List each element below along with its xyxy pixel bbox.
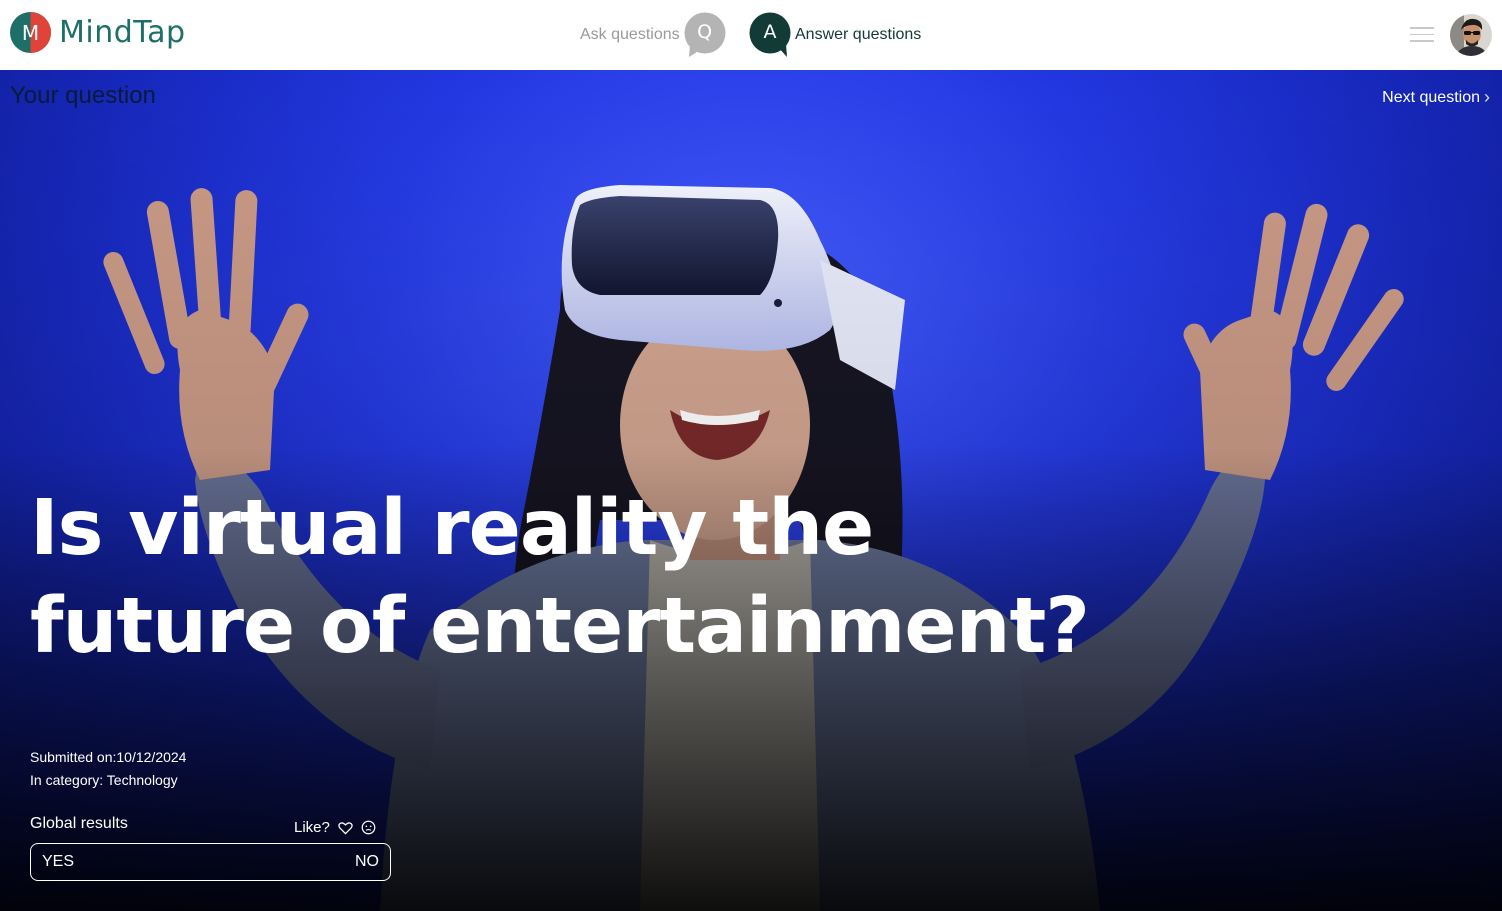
hamburger-line: [1410, 27, 1434, 29]
avatar-portrait: [1450, 14, 1492, 56]
svg-text:M: M: [22, 21, 39, 45]
category-value: Technology: [106, 772, 178, 788]
hamburger-line: [1410, 40, 1434, 42]
yes-option[interactable]: YES: [42, 853, 74, 871]
hamburger-line: [1410, 33, 1434, 35]
neutral-face-icon[interactable]: [361, 820, 376, 835]
category-row: In category: Technology: [30, 769, 186, 792]
question-bubble-icon: Q: [684, 12, 726, 58]
global-results-bar: YES NO: [30, 843, 391, 881]
answer-questions-link[interactable]: A Answer questions: [749, 12, 921, 58]
brand-name: MindTap: [59, 15, 186, 50]
user-avatar[interactable]: [1450, 14, 1492, 56]
ask-questions-link[interactable]: Ask questions Q: [580, 12, 726, 58]
question-title: Is virtual reality the future of enterta…: [30, 484, 1090, 671]
question-hero: Your question Next question › Is virtual…: [0, 70, 1502, 911]
submitted-row: Submitted on:10/12/2024: [30, 746, 186, 769]
no-option[interactable]: NO: [355, 853, 379, 871]
section-label: Your question: [10, 82, 156, 109]
ask-questions-label: Ask questions: [580, 26, 680, 43]
answer-questions-label: Answer questions: [795, 26, 922, 43]
like-label: Like?: [294, 819, 330, 836]
mindtap-logo-icon: M: [10, 12, 51, 53]
question-meta: Submitted on:10/12/2024 In category: Tec…: [30, 746, 186, 792]
submitted-date: 10/12/2024: [116, 749, 187, 765]
answer-bubble-icon: A: [749, 12, 791, 58]
chevron-right-icon: ›: [1484, 87, 1490, 107]
hamburger-menu-icon[interactable]: [1410, 27, 1434, 44]
heart-icon[interactable]: [338, 821, 353, 835]
category-label: In category:: [30, 772, 107, 788]
next-question-label: Next question: [1382, 88, 1480, 106]
like-controls: Like?: [294, 819, 376, 836]
ask-icon-letter: Q: [697, 21, 713, 43]
global-results-label: Global results: [30, 815, 128, 832]
submitted-label: Submitted on:: [30, 749, 117, 765]
answer-icon-letter: A: [763, 21, 777, 43]
top-navbar: M MindTap Ask questions Q A Answer quest…: [0, 0, 1502, 70]
next-question-link[interactable]: Next question ›: [1382, 87, 1490, 108]
brand-logo[interactable]: M MindTap: [10, 12, 186, 53]
